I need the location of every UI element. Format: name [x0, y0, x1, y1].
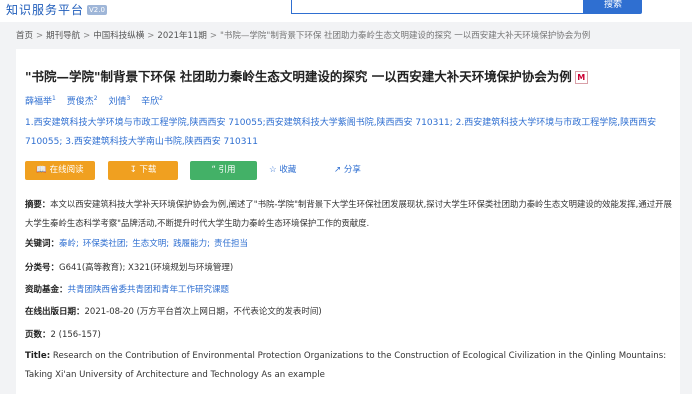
breadcrumb-separator: > — [83, 31, 91, 41]
english-title-label: Title: — [25, 351, 51, 361]
brand-name: 知识服务平台 — [6, 3, 85, 17]
read-online-label: 在线阅读 — [49, 165, 84, 175]
keyword-link[interactable]: 环保类社团; — [83, 239, 128, 249]
keyword-link[interactable]: 责任担当 — [214, 239, 248, 249]
fund-row: 资助基金：共青团陕西省委共青团和青年工作研究课题 — [25, 283, 229, 295]
classification-value: G641(高等教育); X321(环境规划与环境管理) — [59, 263, 234, 273]
author-list: 薛福举1 贾俊杰2 刘倩3 辛欣2 — [25, 94, 171, 107]
affiliations[interactable]: 1.西安建筑科技大学环境与市政工程学院,陕西西安 710055;西安建筑科技大学… — [25, 114, 675, 152]
abstract: 摘要：本文以西安建筑科技大学补天环境保护协会为例,阐述了"书院-学院"制背景下大… — [25, 195, 675, 233]
favorite-label: 收藏 — [279, 165, 297, 175]
cite-label: 引用 — [218, 165, 236, 175]
share-label: 分享 — [343, 165, 361, 175]
top-bar: 知识服务平台 V2.0 搜索 — [0, 0, 692, 22]
author-name: 薛福举 — [25, 97, 53, 107]
author-sup: 3 — [126, 95, 131, 102]
article-title: "书院—学院"制背景下环保 社团助力秦岭生态文明建设的探究 一以西安建大补天环境… — [25, 66, 588, 85]
breadcrumb-issue[interactable]: 2021年11期 — [157, 31, 206, 41]
author-link[interactable]: 刘倩3 — [108, 95, 131, 107]
download-button[interactable]: ↧ 下载 — [108, 161, 178, 180]
quote-icon: “ — [211, 165, 216, 175]
keyword-link[interactable]: 生态文明; — [132, 239, 169, 249]
english-title-text: Research on the Contribution of Environm… — [25, 351, 667, 380]
breadcrumb-home[interactable]: 首页 — [16, 31, 33, 41]
download-label: 下载 — [139, 165, 157, 175]
article-title-text: "书院—学院"制背景下环保 社团助力秦岭生态文明建设的探究 一以西安建大补天环境… — [25, 69, 572, 84]
medline-badge-icon: M — [574, 71, 588, 84]
author-link[interactable]: 辛欣2 — [141, 95, 163, 107]
search-input[interactable] — [291, 0, 584, 14]
breadcrumb-separator: > — [147, 31, 155, 41]
abstract-text: 本文以西安建筑科技大学补天环境保护协会为例,阐述了"书院-学院"制背景下大学生环… — [25, 199, 672, 228]
version-badge: V2.0 — [87, 5, 107, 15]
breadcrumb-current: "书院—学院"制背景下环保 社团助力秦岭生态文明建设的探究 一以西安建大补天环境… — [220, 31, 591, 41]
breadcrumb-journal-nav[interactable]: 期刊导航 — [46, 31, 80, 41]
favorite-button[interactable]: ☆ 收藏 — [269, 161, 296, 180]
fund-link[interactable]: 共青团陕西省委共青团和青年工作研究课题 — [68, 285, 230, 295]
author-name: 辛欣 — [141, 97, 160, 107]
star-icon: ☆ — [269, 165, 277, 175]
book-icon: 📖 — [36, 165, 47, 175]
share-icon: ↗ — [334, 165, 342, 175]
keywords-label: 关键词： — [25, 239, 60, 249]
classification-label: 分类号： — [25, 263, 60, 273]
breadcrumb-journal[interactable]: 中国科技纵横 — [93, 31, 144, 41]
author-name: 贾俊杰 — [66, 97, 94, 107]
pubdate-label: 在线出版日期： — [25, 307, 85, 317]
author-sup: 1 — [52, 95, 56, 102]
author-sup: 2 — [159, 95, 163, 102]
brand-logo[interactable]: 知识服务平台 V2.0 — [6, 1, 107, 18]
english-title: Title: Research on the Contribution of E… — [25, 347, 680, 385]
pages-label: 页数： — [25, 330, 51, 340]
author-link[interactable]: 薛福举1 — [25, 95, 56, 107]
keyword-link[interactable]: 践履能力; — [173, 239, 210, 249]
breadcrumb-separator: > — [36, 31, 44, 41]
cite-button[interactable]: “ 引用 — [190, 161, 257, 180]
author-link[interactable]: 贾俊杰2 — [66, 95, 98, 107]
author-sup: 2 — [93, 95, 98, 102]
author-name: 刘倩 — [108, 97, 127, 107]
pages-row: 页数：2 (156-157) — [25, 328, 101, 340]
keywords-row: 关键词：秦岭; 环保类社团; 生态文明; 践履能力; 责任担当 — [25, 237, 252, 249]
pubdate-value: 2021-08-20 (万方平台首次上网日期，不代表论文的发表时间) — [84, 307, 322, 317]
search-button[interactable]: 搜索 — [584, 0, 642, 14]
pubdate-row: 在线出版日期：2021-08-20 (万方平台首次上网日期，不代表论文的发表时间… — [25, 305, 322, 317]
pages-value: 2 (156-157) — [50, 330, 101, 340]
classification-row: 分类号：G641(高等教育); X321(环境规划与环境管理) — [25, 261, 233, 273]
breadcrumb: 首页 > 期刊导航 > 中国科技纵横 >2021年11期 > "书院—学院"制背景下环保 社团… — [16, 29, 590, 41]
read-online-button[interactable]: 📖 在线阅读 — [25, 161, 95, 180]
abstract-label: 摘要： — [25, 199, 51, 209]
breadcrumb-separator: > — [209, 31, 217, 41]
share-button[interactable]: ↗ 分享 — [334, 161, 361, 180]
download-icon: ↧ — [129, 165, 137, 175]
keyword-link[interactable]: 秦岭; — [59, 239, 79, 249]
fund-label: 资助基金： — [25, 285, 68, 295]
